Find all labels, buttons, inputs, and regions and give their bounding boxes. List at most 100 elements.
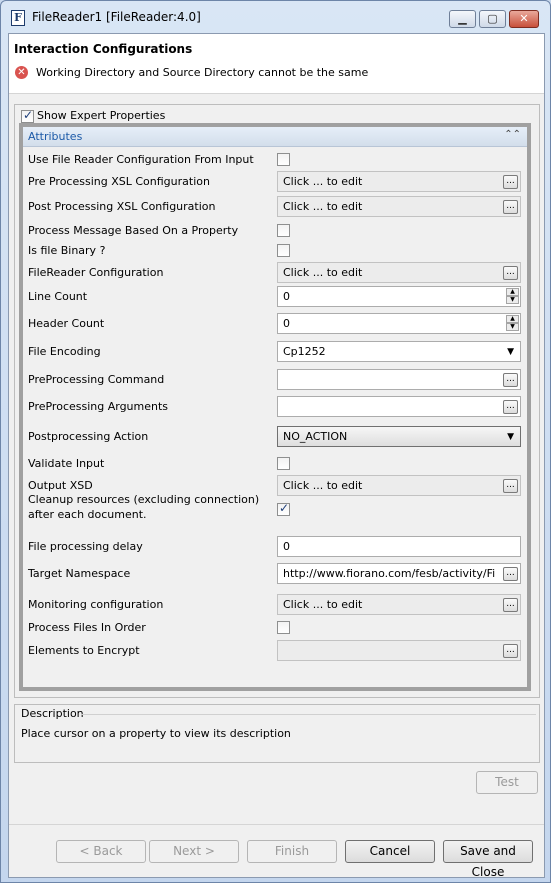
expert-label: Show Expert Properties [37,109,166,122]
attribute-label: Monitoring configuration [28,598,164,611]
save-and-close-button[interactable]: Save and Close [443,840,533,879]
ellipsis-icon[interactable]: ... [503,598,518,612]
collapse-icon[interactable]: ⌃⌃ [504,129,521,140]
error-message: Working Directory and Source Directory c… [36,66,369,79]
attribute-label: FileReader Configuration [28,266,164,279]
property-checkbox[interactable] [277,224,290,237]
dialog-client: Interaction Configurations ✕ Working Dir… [8,33,545,879]
field-value: Click ... to edit [283,479,363,492]
app-icon: F [11,10,25,26]
maximize-button[interactable]: ▢ [479,10,506,28]
edit-field[interactable]: ... [277,640,521,661]
property-checkbox[interactable] [277,621,290,634]
ellipsis-icon[interactable]: ... [503,479,518,493]
property-checkbox[interactable] [277,501,290,516]
chevron-down-icon: ▼ [507,347,514,357]
spinner-buttons[interactable]: ▲ ▼ [506,315,519,332]
property-checkbox[interactable] [277,244,290,257]
attribute-row: Pre Processing XSL Configuration Click ..… [23,171,527,195]
attribute-label: Elements to Encrypt [28,644,140,657]
attribute-row: Validate Input [23,453,527,477]
attribute-label: Postprocessing Action [28,430,149,443]
attribute-label: Cleanup resources (excluding connection) [28,493,260,506]
text-field[interactable]: 0 [277,536,521,557]
text-field[interactable]: http://www.fiorano.com/fesb/activity/Fi.… [277,563,521,584]
ellipsis-icon[interactable]: ... [503,644,518,658]
test-button[interactable]: Test [476,771,538,794]
error-icon: ✕ [15,66,28,79]
ellipsis-icon[interactable]: ... [503,175,518,189]
attributes-title: Attributes [28,130,83,143]
attribute-row: Cleanup resources (excluding connection)… [23,493,527,523]
maximize-icon: ▢ [487,12,498,25]
page-title: Interaction Configurations [14,42,193,56]
attribute-row: Elements to Encrypt... [23,640,527,664]
spin-down-icon[interactable]: ▼ [506,323,519,331]
spinner-field[interactable]: 0 ▲ ▼ [277,286,521,307]
attribute-row: Use File Reader Configuration From Input [23,149,527,173]
title-bar[interactable]: F FileReader1 [FileReader:4.0] ▁ ▢ ✕ [1,1,550,33]
properties-panel: Show Expert Properties Attributes ⌃⌃ Use… [14,104,540,698]
attribute-row: PreProcessing Command... [23,369,527,393]
field-value: Click ... to edit [283,175,363,188]
attributes-header[interactable]: Attributes ⌃⌃ [23,127,527,147]
edit-field[interactable]: Click ... to edit... [277,196,521,217]
field-value: http://www.fiorano.com/fesb/activity/Fi [283,567,496,580]
expert-checkbox[interactable] [21,108,34,123]
field-value: 0 [283,317,290,330]
description-title: Description [21,707,84,720]
close-button[interactable]: ✕ [509,10,539,28]
dropdown-select[interactable]: NO_ACTION ▼ [277,426,521,447]
ellipsis-icon[interactable]: ... [503,200,518,214]
ellipsis-icon[interactable]: ... [503,266,518,280]
field-value: 0 [283,540,290,553]
minimize-button[interactable]: ▁ [449,10,476,28]
attribute-label: Target Namespace [28,567,131,580]
next-button[interactable]: Next > [149,840,239,863]
field-value: Click ... to edit [283,200,363,213]
edit-field[interactable]: Click ... to edit... [277,262,521,283]
attribute-label: Process Message Based On a Property [28,224,239,237]
text-field[interactable]: ... [277,396,521,417]
spin-up-icon[interactable]: ▲ [506,315,519,323]
back-button[interactable]: < Back [56,840,146,863]
attribute-row: File processing delay 0 [23,536,527,560]
spin-up-icon[interactable]: ▲ [506,288,519,296]
field-value: Click ... to edit [283,598,363,611]
dialog-window: F FileReader1 [FileReader:4.0] ▁ ▢ ✕ Int… [0,0,551,883]
ellipsis-icon[interactable]: ... [503,567,518,581]
field-value: 0 [283,290,290,303]
attribute-label-line2: after each document. [28,508,147,521]
attribute-row: Post Processing XSL Configuration Click .… [23,196,527,220]
attribute-row: Process Files In Order [23,617,527,641]
close-icon: ✕ [519,12,529,25]
dropdown-select[interactable]: Cp1252 ▼ [277,341,521,362]
attribute-label: PreProcessing Command [28,373,165,386]
ellipsis-icon[interactable]: ... [503,373,518,387]
description-text: Place cursor on a property to view its d… [21,727,291,740]
attribute-label: Output XSD [28,479,93,492]
spinner-field[interactable]: 0 ▲ ▼ [277,313,521,334]
description-panel: Description Place cursor on a property t… [14,704,540,763]
property-checkbox[interactable] [277,457,290,470]
edit-field[interactable]: Click ... to edit... [277,594,521,615]
edit-field[interactable]: Click ... to edit... [277,171,521,192]
field-value: Click ... to edit [283,266,363,279]
finish-button[interactable]: Finish [247,840,337,863]
field-value: NO_ACTION [283,430,348,443]
attribute-label: File processing delay [28,540,143,553]
edit-field[interactable]: Click ... to edit... [277,475,521,496]
show-expert-properties[interactable]: Show Expert Properties [21,108,166,123]
description-divider [81,714,536,715]
spinner-buttons[interactable]: ▲ ▼ [506,288,519,305]
attribute-label: Process Files In Order [28,621,146,634]
minimize-icon: ▁ [458,12,467,25]
cancel-button[interactable]: Cancel [345,840,435,863]
attribute-label: Pre Processing XSL Configuration [28,175,210,188]
attribute-row: Monitoring configuration Click ... to edi… [23,594,527,618]
property-checkbox[interactable] [277,153,290,166]
spin-down-icon[interactable]: ▼ [506,296,519,304]
ellipsis-icon[interactable]: ... [503,400,518,414]
attribute-label: PreProcessing Arguments [28,400,169,413]
text-field[interactable]: ... [277,369,521,390]
